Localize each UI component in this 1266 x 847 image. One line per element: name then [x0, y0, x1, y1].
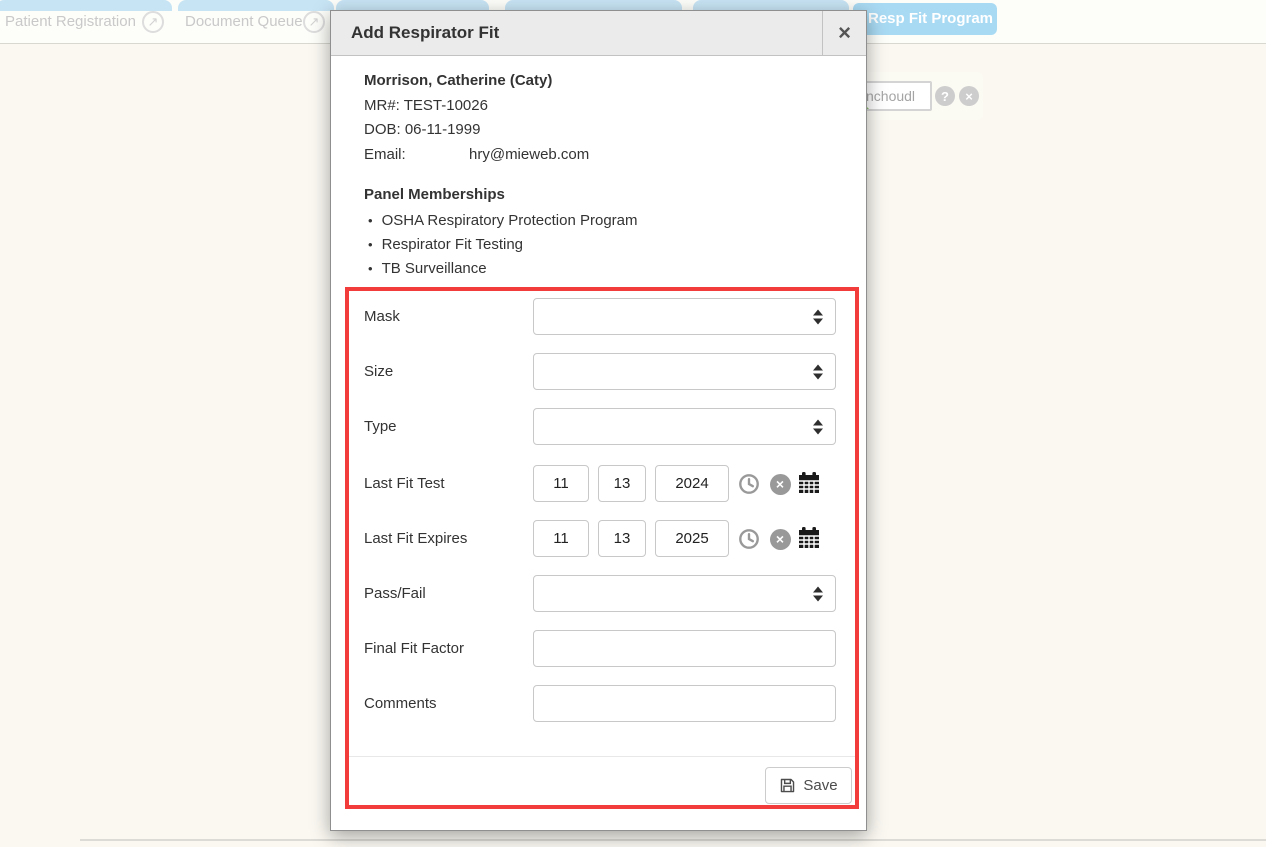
- close-button[interactable]: ×: [822, 11, 866, 55]
- membership-label: TB Surveillance: [382, 260, 487, 277]
- panel-memberships-heading: Panel Memberships: [364, 186, 505, 203]
- clock-icon[interactable]: [737, 472, 761, 496]
- list-item: • OSHA Respiratory Protection Program: [368, 212, 638, 229]
- final-fit-factor-label: Final Fit Factor: [364, 640, 464, 657]
- patient-dob: DOB: 06-11-1999: [364, 121, 480, 138]
- select-arrows-icon: [813, 586, 823, 601]
- help-glyph: ?: [941, 89, 949, 104]
- last-fit-test-label: Last Fit Test: [364, 475, 445, 492]
- clear-date-icon[interactable]: ×: [768, 472, 792, 496]
- mask-select[interactable]: [533, 298, 836, 335]
- type-label: Type: [364, 418, 397, 435]
- pass-fail-label: Pass/Fail: [364, 585, 426, 602]
- pass-fail-select[interactable]: [533, 575, 836, 612]
- tab-top-strip: [178, 0, 334, 11]
- tab-label: Patient Registration: [5, 13, 136, 30]
- last-fit-test-month-input[interactable]: [533, 465, 589, 502]
- clear-glyph: ×: [965, 89, 973, 104]
- patient-mr: MR#: TEST-10026: [364, 97, 488, 114]
- list-item: • Respirator Fit Testing: [368, 236, 523, 253]
- tab-patient-registration[interactable]: Patient Registration ↗: [0, 0, 172, 43]
- clear-icon[interactable]: ×: [959, 86, 979, 106]
- bullet-icon: •: [368, 213, 373, 228]
- patient-email-label: Email:: [364, 146, 406, 163]
- app-page: Patient Registration ↗ Document Queue ↗ …: [0, 0, 1266, 847]
- membership-label: Respirator Fit Testing: [382, 236, 523, 253]
- floppy-disk-icon: [779, 777, 796, 794]
- comments-label: Comments: [364, 695, 437, 712]
- search-cluster: ? ×: [851, 72, 983, 120]
- clear-glyph: ×: [770, 474, 791, 495]
- save-button[interactable]: Save: [765, 767, 852, 804]
- panel-bottom-edge: [80, 839, 1266, 841]
- last-fit-test-day-input[interactable]: [598, 465, 646, 502]
- bullet-icon: •: [368, 261, 373, 276]
- search-input[interactable]: [860, 81, 932, 111]
- comments-input[interactable]: [533, 685, 836, 722]
- select-arrows-icon: [813, 419, 823, 434]
- open-in-new-icon[interactable]: ↗: [142, 11, 164, 33]
- mask-label: Mask: [364, 308, 400, 325]
- open-in-new-glyph: ↗: [148, 15, 159, 30]
- select-arrows-icon: [813, 309, 823, 324]
- clear-date-icon[interactable]: ×: [768, 527, 792, 551]
- last-fit-expires-day-input[interactable]: [598, 520, 646, 557]
- add-respirator-fit-dialog: Add Respirator Fit × Morrison, Catherine…: [330, 10, 867, 831]
- tab-top-strip: [0, 0, 172, 11]
- dialog-title: Add Respirator Fit: [351, 11, 499, 55]
- bullet-icon: •: [368, 237, 373, 252]
- calendar-icon[interactable]: [797, 526, 821, 550]
- final-fit-factor-input[interactable]: [533, 630, 836, 667]
- tab-label: Document Queue: [185, 13, 303, 30]
- help-icon[interactable]: ?: [935, 86, 955, 106]
- footer-divider: [349, 756, 855, 757]
- last-fit-expires-month-input[interactable]: [533, 520, 589, 557]
- tab-document-queue[interactable]: Document Queue ↗: [178, 0, 334, 43]
- patient-name: Morrison, Catherine (Caty): [364, 72, 552, 89]
- resp-fit-program-button[interactable]: Resp Fit Program: [853, 3, 997, 35]
- last-fit-expires-label: Last Fit Expires: [364, 530, 467, 547]
- dialog-header: Add Respirator Fit ×: [331, 11, 866, 56]
- size-select[interactable]: [533, 353, 836, 390]
- close-icon: ×: [838, 22, 851, 44]
- type-select[interactable]: [533, 408, 836, 445]
- size-label: Size: [364, 363, 393, 380]
- calendar-icon[interactable]: [797, 471, 821, 495]
- membership-label: OSHA Respiratory Protection Program: [382, 212, 638, 229]
- open-in-new-icon[interactable]: ↗: [303, 11, 325, 33]
- clear-glyph: ×: [770, 529, 791, 550]
- open-in-new-glyph: ↗: [309, 15, 320, 30]
- select-arrows-icon: [813, 364, 823, 379]
- last-fit-test-year-input[interactable]: [655, 465, 729, 502]
- last-fit-expires-year-input[interactable]: [655, 520, 729, 557]
- save-label: Save: [803, 777, 837, 794]
- patient-email-value: hry@mieweb.com: [469, 146, 589, 163]
- list-item: • TB Surveillance: [368, 260, 487, 277]
- clock-icon[interactable]: [737, 527, 761, 551]
